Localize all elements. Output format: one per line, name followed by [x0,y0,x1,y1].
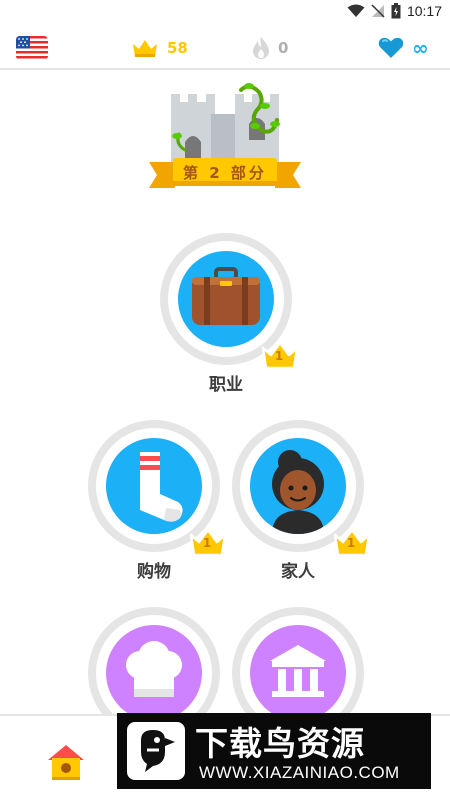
streak-counter[interactable]: 0 [252,34,288,62]
crown-level: 1 [346,536,356,550]
streak-count: 0 [278,39,289,57]
no-signal-icon [371,4,385,18]
skill-career[interactable]: 1 [160,233,299,370]
building-icon [250,625,346,721]
status-icons: 10:17 [347,3,442,19]
watermark-banner: 下载鸟资源 WWW.XIAZAINIAO.COM [117,713,431,789]
sock-icon [106,438,202,534]
watermark-title: 下载鸟资源 [195,724,365,763]
flame-icon [253,37,269,59]
wifi-icon [347,4,365,17]
battery-icon [391,3,401,19]
top-bar: 58 0 ∞ [0,26,450,70]
bird-logo-icon [127,722,185,780]
us-flag-icon[interactable] [16,36,48,60]
status-bar: 10:17 [0,0,450,24]
skill-family[interactable]: 1 [232,420,371,557]
skill-shopping-label: 购物 [137,562,171,582]
home-icon[interactable] [44,742,88,782]
chef-hat-icon [106,625,202,721]
hearts-counter[interactable]: ∞ [378,34,429,62]
heart-icon [378,37,404,58]
skill-career-label: 职业 [209,375,243,395]
crown-icon [133,40,157,57]
watermark-url: WWW.XIAZAINIAO.COM [199,763,400,782]
clock: 10:17 [406,3,442,19]
crown-level: 1 [274,349,284,363]
crowns-count: 58 [167,39,188,57]
crowns-counter[interactable]: 58 [131,34,188,62]
person-icon [250,438,346,534]
suitcase-icon [178,251,274,347]
skill-shopping[interactable]: 1 [88,420,227,557]
hearts-count: ∞ [412,36,429,60]
skill-family-label: 家人 [281,562,315,582]
crown-level: 1 [202,536,212,550]
unit-banner-label: 第 2 部分 [183,164,267,182]
